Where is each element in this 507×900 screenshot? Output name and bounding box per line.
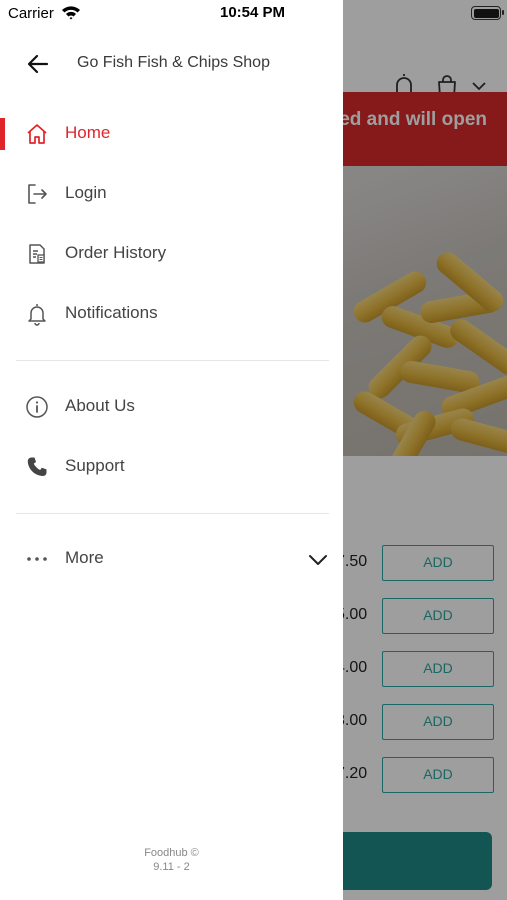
- menu-item-label: Support: [65, 456, 125, 475]
- menu-item-more[interactable]: More: [0, 533, 343, 585]
- drawer-header: Go Fish Fish & Chips Shop: [0, 36, 343, 92]
- divider: [16, 513, 329, 514]
- info-icon: [26, 396, 48, 418]
- home-icon: [27, 124, 47, 144]
- footer-brand: Foodhub ©: [144, 847, 199, 859]
- menu-item-label: Login: [65, 183, 107, 202]
- more-dots-icon: [27, 557, 47, 561]
- wifi-icon: [62, 6, 80, 20]
- footer-version: 9.11 - 2: [153, 861, 190, 873]
- clock: 10:54 PM: [220, 4, 286, 21]
- menu-item-label: Notifications: [65, 303, 158, 322]
- menu-item-about-us[interactable]: About Us: [0, 381, 343, 433]
- carrier-label: Carrier: [8, 5, 54, 22]
- drawer-footer: Foodhub © 9.11 - 2: [0, 846, 343, 874]
- menu-item-label: Order History: [65, 243, 167, 262]
- menu-item-home[interactable]: Home: [0, 108, 343, 160]
- phone-icon: [27, 457, 47, 476]
- chevron-down-icon[interactable]: [306, 548, 330, 572]
- active-indicator: [0, 118, 5, 150]
- menu-item-login[interactable]: Login: [0, 168, 343, 220]
- back-arrow-icon[interactable]: [24, 50, 52, 78]
- menu-item-label: Home: [65, 123, 111, 142]
- menu-item-order-history[interactable]: Order History: [0, 228, 343, 280]
- menu-item-notifications[interactable]: Notifications: [0, 288, 343, 340]
- divider: [16, 360, 329, 361]
- menu-item-label: About Us: [65, 396, 135, 415]
- bell-icon: [28, 304, 46, 326]
- shop-name: Go Fish Fish & Chips Shop: [77, 54, 270, 71]
- login-icon: [28, 184, 47, 204]
- side-drawer: Go Fish Fish & Chips Shop Home Login Ord…: [0, 0, 343, 900]
- menu-item-support[interactable]: Support: [0, 441, 343, 493]
- receipt-icon: [29, 244, 45, 264]
- battery-icon: [471, 6, 504, 20]
- status-bar: Carrier 10:54 PM: [0, 0, 507, 28]
- menu-item-label: More: [65, 548, 104, 567]
